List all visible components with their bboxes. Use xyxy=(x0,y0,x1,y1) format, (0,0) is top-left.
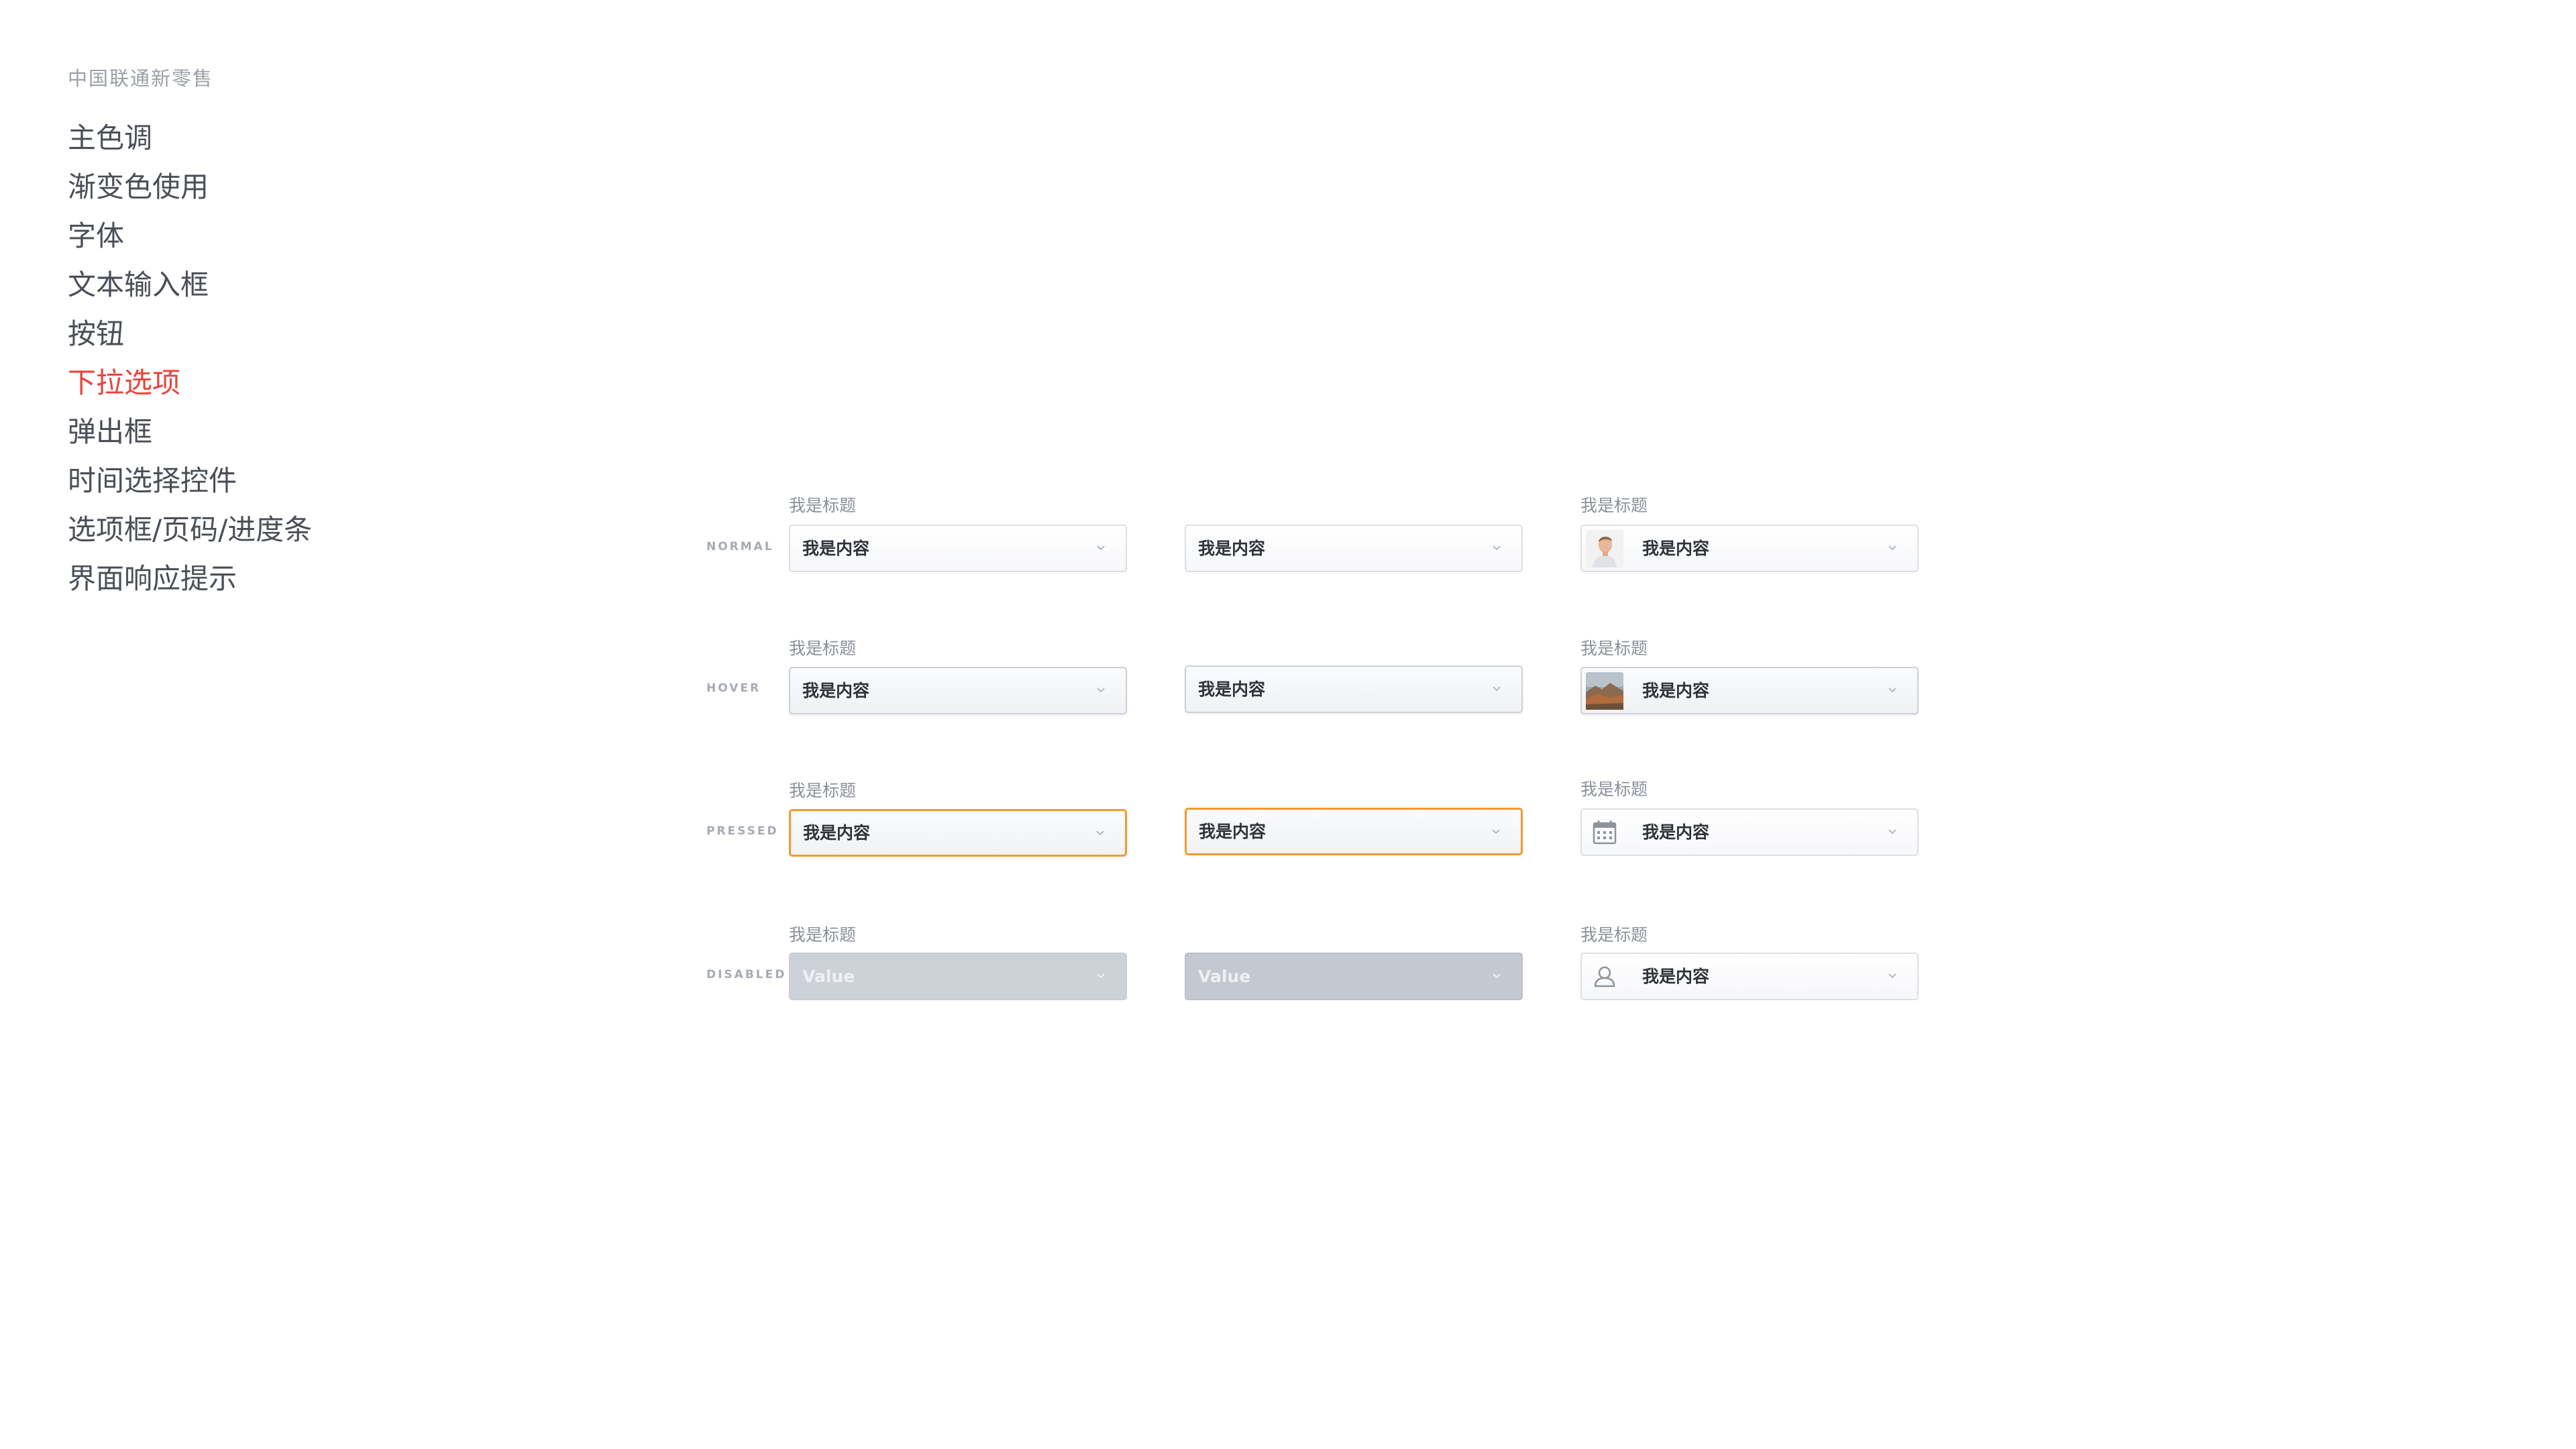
nav-item-main-color[interactable]: 主色调 xyxy=(68,118,312,167)
dropdown-hover-with-photo[interactable]: 我是内容 xyxy=(1580,667,1919,714)
dropdown-pressed[interactable]: 我是内容 xyxy=(789,809,1127,857)
dropdown-pressed-no-title[interactable]: 我是内容 xyxy=(1185,808,1523,855)
user-icon xyxy=(1594,966,1615,987)
state-label-disabled: DISABLED xyxy=(706,968,787,981)
dropdown-normal[interactable]: 我是内容 xyxy=(789,525,1127,572)
dropdown-value: 我是内容 xyxy=(803,823,871,843)
dropdown-value: 我是内容 xyxy=(1198,680,1266,699)
dropdown-normal-no-title[interactable]: 我是内容 xyxy=(1185,525,1523,572)
chevron-down-icon xyxy=(1097,688,1105,693)
chevron-down-icon xyxy=(1493,686,1501,692)
dropdown-hover[interactable]: 我是内容 xyxy=(789,667,1127,714)
nav-item-dropdown[interactable]: 下拉选项 xyxy=(68,363,312,412)
dropdown-disabled-no-title: Value xyxy=(1185,953,1523,1000)
chevron-down-icon xyxy=(1888,688,1896,693)
brand-title: 中国联通新零售 xyxy=(68,67,214,90)
nav-item-gradient[interactable]: 渐变色使用 xyxy=(68,167,312,216)
dropdown-disabled: Value xyxy=(789,953,1127,1000)
field-title: 我是标题 xyxy=(1580,496,1648,515)
dropdown-value: Value xyxy=(1198,967,1251,986)
dropdown-value: 我是内容 xyxy=(1642,539,1710,558)
nav-item-font[interactable]: 字体 xyxy=(68,216,312,265)
nav-item-ui-feedback[interactable]: 界面响应提示 xyxy=(68,559,312,608)
landscape-photo-icon xyxy=(1586,672,1623,710)
chevron-down-icon xyxy=(1888,973,1896,979)
chevron-down-icon xyxy=(1493,545,1501,551)
nav-item-button[interactable]: 按钮 xyxy=(68,314,312,363)
field-title: 我是标题 xyxy=(1580,780,1648,799)
chevron-down-icon xyxy=(1097,545,1105,551)
nav-item-popup[interactable]: 弹出框 xyxy=(68,412,312,461)
calendar-icon xyxy=(1593,820,1617,845)
avatar-photo-icon xyxy=(1586,530,1623,568)
chevron-down-icon xyxy=(1492,829,1500,835)
dropdown-value: 我是内容 xyxy=(1642,681,1710,700)
page: 中国联通新零售 主色调 渐变色使用 字体 文本输入框 按钮 下拉选项 弹出框 时… xyxy=(0,0,2576,1449)
sidebar-nav: 主色调 渐变色使用 字体 文本输入框 按钮 下拉选项 弹出框 时间选择控件 选项… xyxy=(68,118,312,608)
field-title: 我是标题 xyxy=(1580,925,1648,945)
dropdown-value: 我是内容 xyxy=(1199,822,1267,841)
chevron-down-icon xyxy=(1097,973,1105,979)
nav-item-options-pagination-progress[interactable]: 选项框/页码/进度条 xyxy=(68,510,312,559)
field-title: 我是标题 xyxy=(1580,639,1648,658)
dropdown-value: 我是内容 xyxy=(1642,967,1710,986)
dropdown-value: 我是内容 xyxy=(802,539,870,558)
chevron-down-icon xyxy=(1888,545,1896,551)
state-label-normal: NORMAL xyxy=(706,540,774,553)
dropdown-with-user-icon[interactable]: 我是内容 xyxy=(1580,953,1919,1000)
dropdown-value: 我是内容 xyxy=(1642,822,1710,842)
chevron-down-icon xyxy=(1493,973,1501,979)
chevron-down-icon xyxy=(1096,830,1104,836)
chevron-down-icon xyxy=(1888,829,1896,835)
dropdown-pressed-with-calendar[interactable]: 我是内容 xyxy=(1580,808,1919,856)
dropdown-normal-with-avatar[interactable]: 我是内容 xyxy=(1580,525,1919,572)
dropdown-value: 我是内容 xyxy=(1198,539,1266,558)
field-title: 我是标题 xyxy=(789,639,857,658)
field-title: 我是标题 xyxy=(789,496,857,515)
dropdown-value: Value xyxy=(802,967,855,986)
nav-item-time-picker[interactable]: 时间选择控件 xyxy=(68,461,312,510)
nav-item-text-input[interactable]: 文本输入框 xyxy=(68,265,312,314)
dropdown-value: 我是内容 xyxy=(802,681,870,700)
state-label-pressed: PRESSED xyxy=(706,824,779,838)
state-label-hover: HOVER xyxy=(706,682,761,695)
field-title: 我是标题 xyxy=(789,925,857,945)
dropdown-hover-no-title[interactable]: 我是内容 xyxy=(1185,665,1523,713)
field-title: 我是标题 xyxy=(789,781,857,800)
